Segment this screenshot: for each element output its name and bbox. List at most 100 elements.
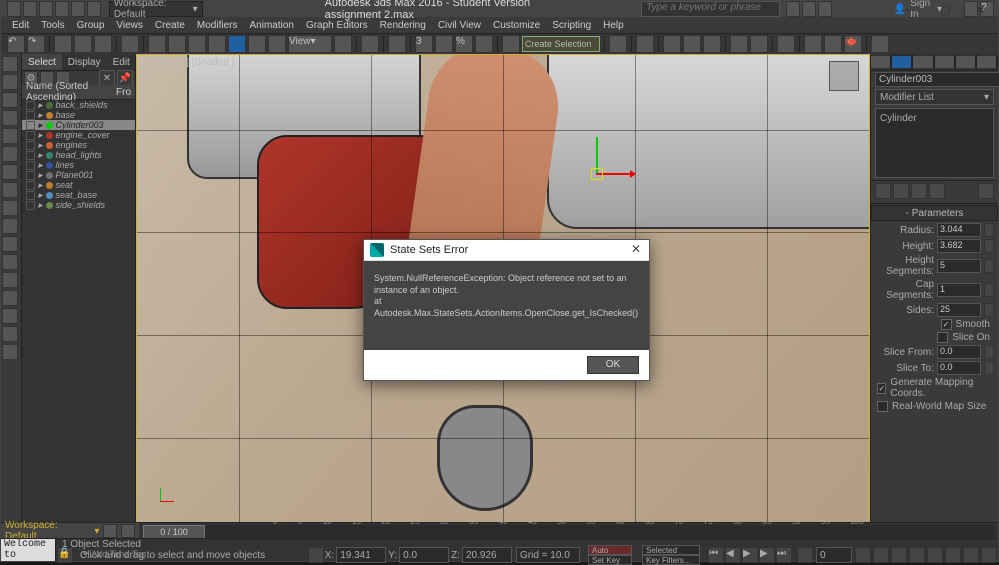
lcb-icon[interactable] [2,344,18,360]
unlink-button[interactable] [74,35,92,53]
play-icon[interactable]: ▶ [742,547,758,563]
goto-end-icon[interactable]: ⏭ [776,547,792,563]
cseg-spinner[interactable] [984,283,994,297]
list-item[interactable]: ▸engine_cover [22,130,135,140]
maximize-button[interactable]: ▢ [928,1,963,19]
nav-zoom-icon[interactable] [891,547,907,563]
stack-remove-icon[interactable] [929,183,945,199]
selfilter-dropdown[interactable] [121,35,139,53]
star1-icon[interactable] [786,1,800,17]
panel-motion-icon[interactable] [935,54,956,70]
lcb-icon[interactable] [2,92,18,108]
realworld-checkbox[interactable] [877,401,888,412]
object-list[interactable]: ▸back_shields▸base▸Cylinder003▸engine_co… [22,100,135,523]
renderfb-button[interactable] [824,35,842,53]
nav-pan-icon[interactable] [873,547,889,563]
window-cross-button[interactable] [208,35,226,53]
menu-civilview[interactable]: Civil View [433,20,486,31]
kbd-button[interactable] [388,35,406,53]
align-button[interactable] [636,35,654,53]
tab-select[interactable]: Select [22,54,62,70]
dialog-close-button[interactable]: ✕ [629,242,643,256]
keyfilters-button[interactable]: Key Filters... [642,555,700,565]
lcb-icon[interactable] [2,164,18,180]
next-frame-icon[interactable]: ▶ [759,547,775,563]
render-button[interactable]: 🫖 [844,35,862,53]
modifier-stack[interactable]: Cylinder [875,108,994,178]
stack-show-icon[interactable] [893,183,909,199]
schview-button[interactable] [750,35,768,53]
lcb-icon[interactable] [2,218,18,234]
menu-rendering[interactable]: Rendering [375,20,431,31]
list-item[interactable]: ▸lines [22,160,135,170]
lcb-icon[interactable] [2,308,18,324]
menu-views[interactable]: Views [111,20,148,31]
list-item[interactable]: ▸base [22,110,135,120]
stack-unique-icon[interactable] [911,183,927,199]
link-button[interactable] [54,35,72,53]
sto-input[interactable]: 0.0 [937,361,981,375]
genmap-checkbox[interactable]: ✓ [877,383,886,394]
tab-edit[interactable]: Edit [107,54,136,70]
new-icon[interactable] [7,1,21,17]
sliceon-checkbox[interactable] [937,332,948,343]
rotate-button[interactable] [248,35,266,53]
spinsnap-button[interactable] [475,35,493,53]
menu-grapheditors[interactable]: Graph Editors [301,20,373,31]
pivot-button[interactable] [334,35,352,53]
manip-button[interactable] [361,35,379,53]
selregion-button[interactable] [188,35,206,53]
sfrom-input[interactable]: 0.0 [937,345,981,359]
list-item[interactable]: ▸Plane001 [22,170,135,180]
sides-input[interactable]: 25 [937,303,981,317]
editnamed-button[interactable] [502,35,520,53]
gizmo-center[interactable] [591,168,603,180]
height-spinner[interactable] [984,239,994,253]
frame-input[interactable]: 0 [816,547,852,563]
menu-edit[interactable]: Edit [7,20,34,31]
lcb-icon[interactable] [2,74,18,90]
nav-maxtoggle-icon[interactable] [981,547,997,563]
viewcube[interactable] [829,61,859,91]
time-config-icon[interactable] [855,547,871,563]
list-item[interactable]: ▸seat_base [22,190,135,200]
redo-button[interactable]: ↷ [27,35,45,53]
menu-animation[interactable]: Animation [244,20,298,31]
radius-input[interactable]: 3.044 [937,223,981,237]
link-icon[interactable] [87,1,101,17]
redo-icon[interactable] [71,1,85,17]
coord-y-input[interactable]: 0.0 [399,547,449,563]
panel-display-icon[interactable] [956,54,977,70]
goto-start-icon[interactable]: ⏮ [708,547,724,563]
rendersetup-button[interactable] [804,35,822,53]
ribbon-button[interactable] [703,35,721,53]
list-item[interactable]: ▸side_shields [22,200,135,210]
smooth-checkbox[interactable]: ✓ [941,319,952,330]
keyfilter-sel[interactable]: Selected [642,545,700,555]
list-header-frozen[interactable]: Fro [116,87,131,98]
star3-icon[interactable] [818,1,832,17]
sfrom-spinner[interactable] [984,345,994,359]
nav-zoomall-icon[interactable] [909,547,925,563]
cseg-input[interactable]: 1 [937,283,981,297]
list-item[interactable]: ▸engines [22,140,135,150]
lcb-icon[interactable] [2,326,18,342]
hseg-spinner[interactable] [984,259,994,273]
lcb-icon[interactable] [2,272,18,288]
coord-x-input[interactable]: 19.341 [336,547,386,563]
setkey-button[interactable]: Set Key [588,555,632,565]
list-item[interactable]: ▸back_shields [22,100,135,110]
modifier-list-dropdown[interactable]: Modifier List▾ [875,89,994,105]
lcb-icon[interactable] [2,110,18,126]
maxscript-listener[interactable]: Welcome to [1,539,56,561]
lcb-icon[interactable] [2,236,18,252]
open-icon[interactable] [23,1,37,17]
mirror-button[interactable] [609,35,627,53]
dialog-ok-button[interactable]: OK [587,356,639,374]
time-slider-handle[interactable]: 0 / 100 [143,525,205,539]
workspace-dropdown[interactable]: Workspace: Default▾ [109,1,203,17]
list-item[interactable]: ▸Cylinder003 [22,120,135,130]
radius-spinner[interactable] [984,223,994,237]
rollout-parameters[interactable]: - Parameters [871,205,998,221]
nav-fov-icon[interactable] [927,547,943,563]
